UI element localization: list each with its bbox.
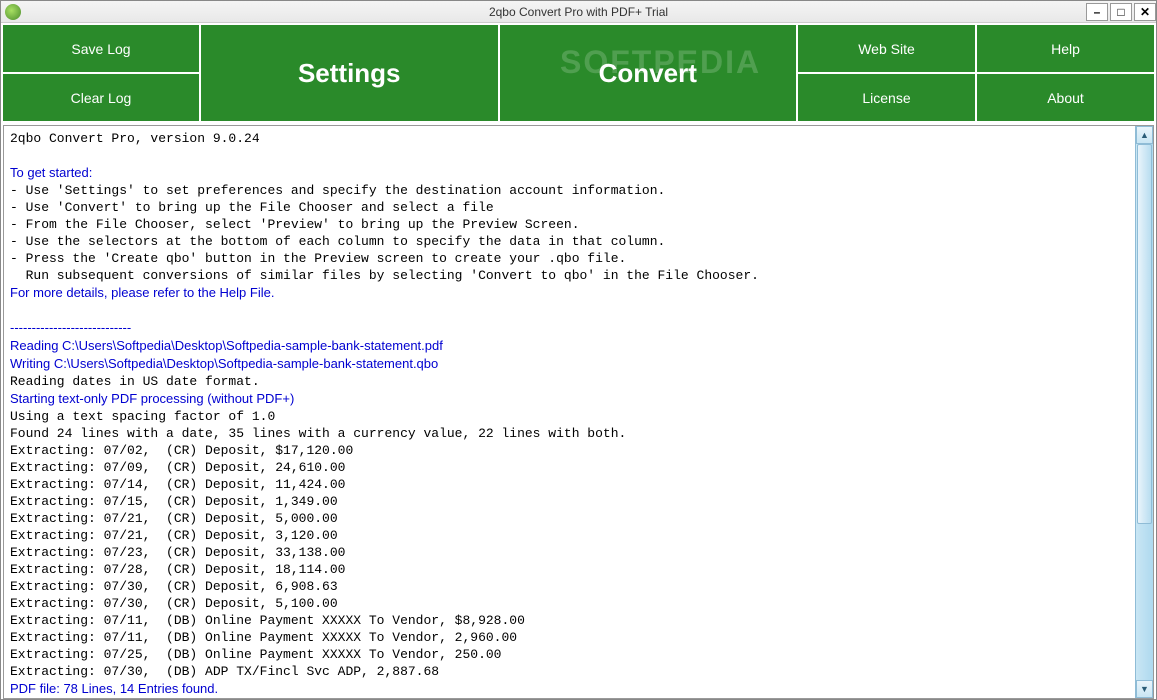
settings-button[interactable]: Settings [201,25,498,121]
log-writing: Writing C:\Users\Softpedia\Desktop\Softp… [10,356,438,371]
log-line: - From the File Chooser, select 'Preview… [10,217,580,232]
log-line: Extracting: 07/30, (CR) Deposit, 6,908.6… [10,579,338,594]
log-line: Extracting: 07/15, (CR) Deposit, 1,349.0… [10,494,338,509]
close-button[interactable]: ✕ [1134,3,1156,21]
log-line: Extracting: 07/23, (CR) Deposit, 33,138.… [10,545,345,560]
log-line: Using a text spacing factor of 1.0 [10,409,275,424]
scroll-thumb[interactable] [1137,144,1152,524]
log-line: - Use 'Convert' to bring up the File Cho… [10,200,494,215]
app-icon [5,4,21,20]
log-line: Extracting: 07/30, (CR) Deposit, 5,100.0… [10,596,338,611]
log-line: 2qbo Convert Pro, version 9.0.24 [10,131,260,146]
log-line: Extracting: 07/11, (DB) Online Payment X… [10,630,517,645]
log-link: For more details, please refer to the He… [10,285,274,300]
log-line: Extracting: 07/02, (CR) Deposit, $17,120… [10,443,353,458]
save-log-button[interactable]: Save Log [3,25,199,72]
log-line: Run subsequent conversions of similar fi… [10,268,759,283]
log-line: Reading dates in US date format. [10,374,260,389]
log-line: Extracting: 07/21, (CR) Deposit, 3,120.0… [10,528,338,543]
log-separator: ---------------------------- [10,320,131,335]
log-pdf-summary: PDF file: 78 Lines, 14 Entries found. [10,681,218,696]
log-container: 2qbo Convert Pro, version 9.0.24 To get … [3,125,1154,699]
log-line: Extracting: 07/30, (DB) ADP TX/Fincl Svc… [10,664,439,679]
log-line: - Use 'Settings' to set preferences and … [10,183,665,198]
log-line: Found 24 lines with a date, 35 lines wit… [10,426,626,441]
log-line: - Press the 'Create qbo' button in the P… [10,251,626,266]
web-site-button[interactable]: Web Site [798,25,975,72]
maximize-button[interactable]: □ [1110,3,1132,21]
log-line: Extracting: 07/14, (CR) Deposit, 11,424.… [10,477,345,492]
scroll-down-button[interactable]: ▼ [1136,680,1153,698]
log-line: Extracting: 07/21, (CR) Deposit, 5,000.0… [10,511,338,526]
license-button[interactable]: License [798,74,975,121]
scrollbar[interactable]: ▲ ▼ [1135,126,1153,698]
scroll-up-button[interactable]: ▲ [1136,126,1153,144]
log-line: Extracting: 07/25, (DB) Online Payment X… [10,647,501,662]
log-line: Extracting: 07/28, (CR) Deposit, 18,114.… [10,562,345,577]
titlebar: 2qbo Convert Pro with PDF+ Trial – □ ✕ [1,1,1156,23]
minimize-button[interactable]: – [1086,3,1108,21]
log-reading: Reading C:\Users\Softpedia\Desktop\Softp… [10,338,443,353]
convert-button[interactable]: Convert [500,25,797,121]
log-output[interactable]: 2qbo Convert Pro, version 9.0.24 To get … [4,126,1135,698]
about-button[interactable]: About [977,74,1154,121]
toolbar: Save Log Clear Log Settings Convert Web … [1,23,1156,123]
log-line: Extracting: 07/09, (CR) Deposit, 24,610.… [10,460,345,475]
window-controls: – □ ✕ [1084,3,1156,21]
clear-log-button[interactable]: Clear Log [3,74,199,121]
window-title: 2qbo Convert Pro with PDF+ Trial [489,5,668,19]
log-starting: Starting text-only PDF processing (witho… [10,391,294,406]
log-line: - Use the selectors at the bottom of eac… [10,234,665,249]
log-header: To get started: [10,165,92,180]
log-line: Extracting: 07/11, (DB) Online Payment X… [10,613,525,628]
help-button[interactable]: Help [977,25,1154,72]
